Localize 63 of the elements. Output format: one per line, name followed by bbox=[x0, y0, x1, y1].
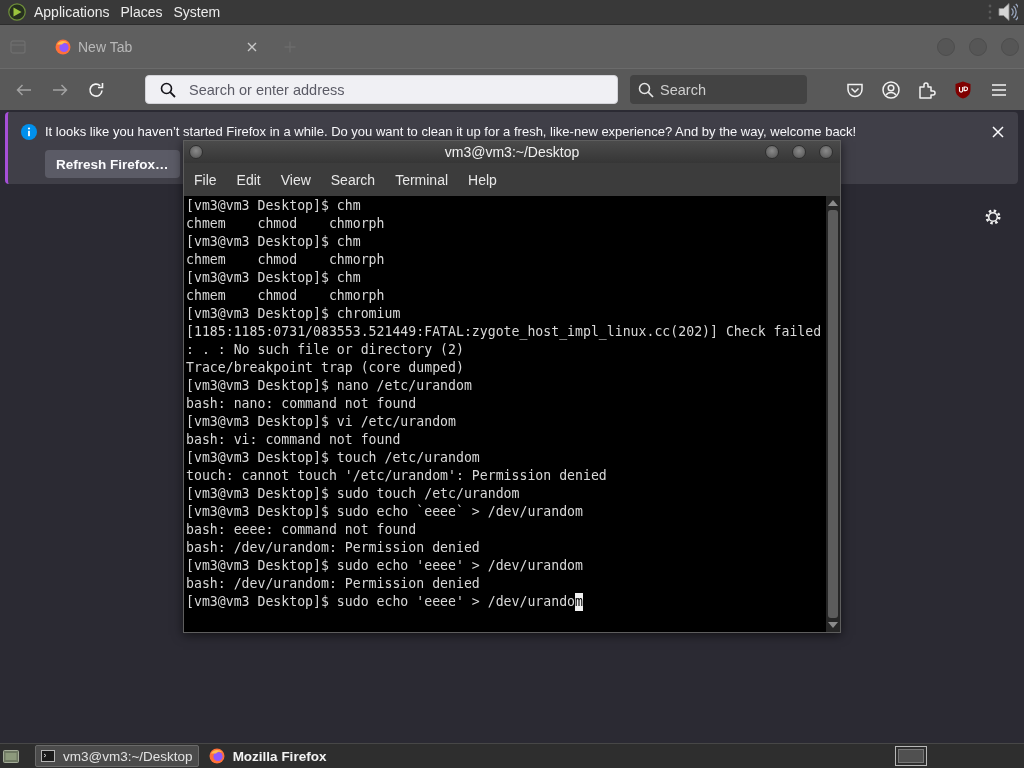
window-button[interactable] bbox=[765, 145, 779, 159]
terminal-icon bbox=[41, 750, 55, 762]
scroll-thumb[interactable] bbox=[828, 210, 838, 618]
terminal-line: bash: eeee: command not found bbox=[186, 521, 418, 539]
window-button[interactable] bbox=[792, 145, 806, 159]
settings-icon[interactable] bbox=[985, 209, 1001, 225]
puzzle-icon[interactable] bbox=[918, 80, 936, 99]
info-icon bbox=[21, 124, 37, 140]
terminal-line: bash: nano: command not found bbox=[186, 395, 418, 413]
terminal-line: Trace/breakpoint trap (core dumped) bbox=[186, 359, 465, 377]
logo-icon[interactable] bbox=[8, 3, 26, 21]
search-icon bbox=[160, 81, 176, 98]
window-button[interactable] bbox=[189, 145, 203, 159]
panel-menu[interactable]: System bbox=[168, 4, 226, 20]
terminal-line: [vm3@vm3 Desktop]$ sudo echo `eeee` > /dev/urandom bbox=[186, 503, 584, 521]
down-arrow-icon[interactable] bbox=[828, 622, 838, 628]
terminal-line: [vm3@vm3 Desktop]$ chm bbox=[186, 197, 362, 215]
terminal-line: [vm3@vm3 Desktop]$ touch /etc/urandom bbox=[186, 449, 481, 467]
search-icon bbox=[638, 81, 654, 98]
window-title: vm3@vm3:~/Desktop bbox=[444, 144, 580, 160]
volume-icon[interactable] bbox=[998, 1, 1018, 23]
panel-menu[interactable]: Applications bbox=[29, 4, 115, 20]
scrollbar[interactable] bbox=[826, 196, 840, 632]
terminal-line: touch: cannot touch '/etc/urandom': Permission denied bbox=[186, 467, 608, 485]
account-icon[interactable] bbox=[882, 80, 900, 99]
menu-item[interactable]: Help bbox=[458, 171, 507, 188]
menu-item[interactable]: File bbox=[184, 171, 227, 188]
terminal-line: chmem chmod chmorph bbox=[186, 251, 386, 269]
terminal-line: chmem chmod chmorph bbox=[186, 215, 386, 233]
menu-item[interactable]: Terminal bbox=[385, 171, 459, 188]
terminal-line: [vm3@vm3 Desktop]$ chromium bbox=[186, 305, 402, 323]
terminal-line: [vm3@vm3 Desktop]$ sudo touch /etc/urandom bbox=[186, 485, 521, 503]
window-button[interactable] bbox=[819, 145, 833, 159]
terminal-line: bash: /dev/urandom: Permission denied bbox=[186, 575, 481, 593]
text-cursor: m bbox=[575, 593, 583, 611]
terminal-line: [vm3@vm3 Desktop]$ chm bbox=[186, 233, 362, 251]
taskbar-button[interactable]: Mozilla Firefox bbox=[202, 745, 333, 767]
terminal-line: [vm3@vm3 Desktop]$ vi /etc/urandom bbox=[186, 413, 457, 431]
notification-message: It looks like you haven’t started Firefox in a while. Do you want to clean it up for a fresh, like-new experience? And by the way, welcome back! bbox=[45, 124, 857, 140]
terminal-line: bash: /dev/urandom: Permission denied bbox=[186, 539, 481, 557]
shield-icon[interactable] bbox=[954, 80, 972, 99]
terminal-line: [vm3@vm3 Desktop]$ sudo echo 'eeee' > /dev/urandom bbox=[186, 557, 584, 575]
menu-item[interactable]: Edit bbox=[226, 171, 271, 188]
browser-icon bbox=[55, 38, 71, 55]
refresh-button[interactable]: Refresh Firefox… bbox=[45, 150, 180, 178]
terminal-line: [vm3@vm3 Desktop]$ chm bbox=[186, 269, 362, 287]
terminal-line: : . : No such file or directory (2) bbox=[186, 341, 465, 359]
menu-item[interactable]: Search bbox=[320, 171, 386, 188]
menu-item[interactable]: View bbox=[270, 171, 321, 188]
terminal-line: [vm3@vm3 Desktop]$ nano /etc/urandom bbox=[186, 377, 473, 395]
grip-icon[interactable] bbox=[988, 4, 992, 20]
workspace-switcher[interactable] bbox=[895, 746, 927, 766]
browser-icon bbox=[208, 748, 225, 764]
desktop-icon[interactable] bbox=[3, 749, 19, 763]
panel-menu[interactable]: Places bbox=[115, 4, 168, 20]
terminal-line: bash: vi: command not found bbox=[186, 431, 402, 449]
terminal-line: [1185:1185:0731/083553.521449:FATAL:zygote_host_impl_linux.cc(202)] Check failed bbox=[186, 323, 823, 341]
search-field[interactable]: Search bbox=[630, 75, 807, 104]
address-bar[interactable]: Search or enter address bbox=[145, 75, 618, 104]
reload-icon[interactable] bbox=[88, 81, 104, 98]
terminal-line: chmem chmod chmorph bbox=[186, 287, 386, 305]
taskbar-button[interactable]: vm3@vm3:~/Desktop bbox=[35, 745, 199, 767]
up-arrow-icon[interactable] bbox=[828, 200, 838, 206]
